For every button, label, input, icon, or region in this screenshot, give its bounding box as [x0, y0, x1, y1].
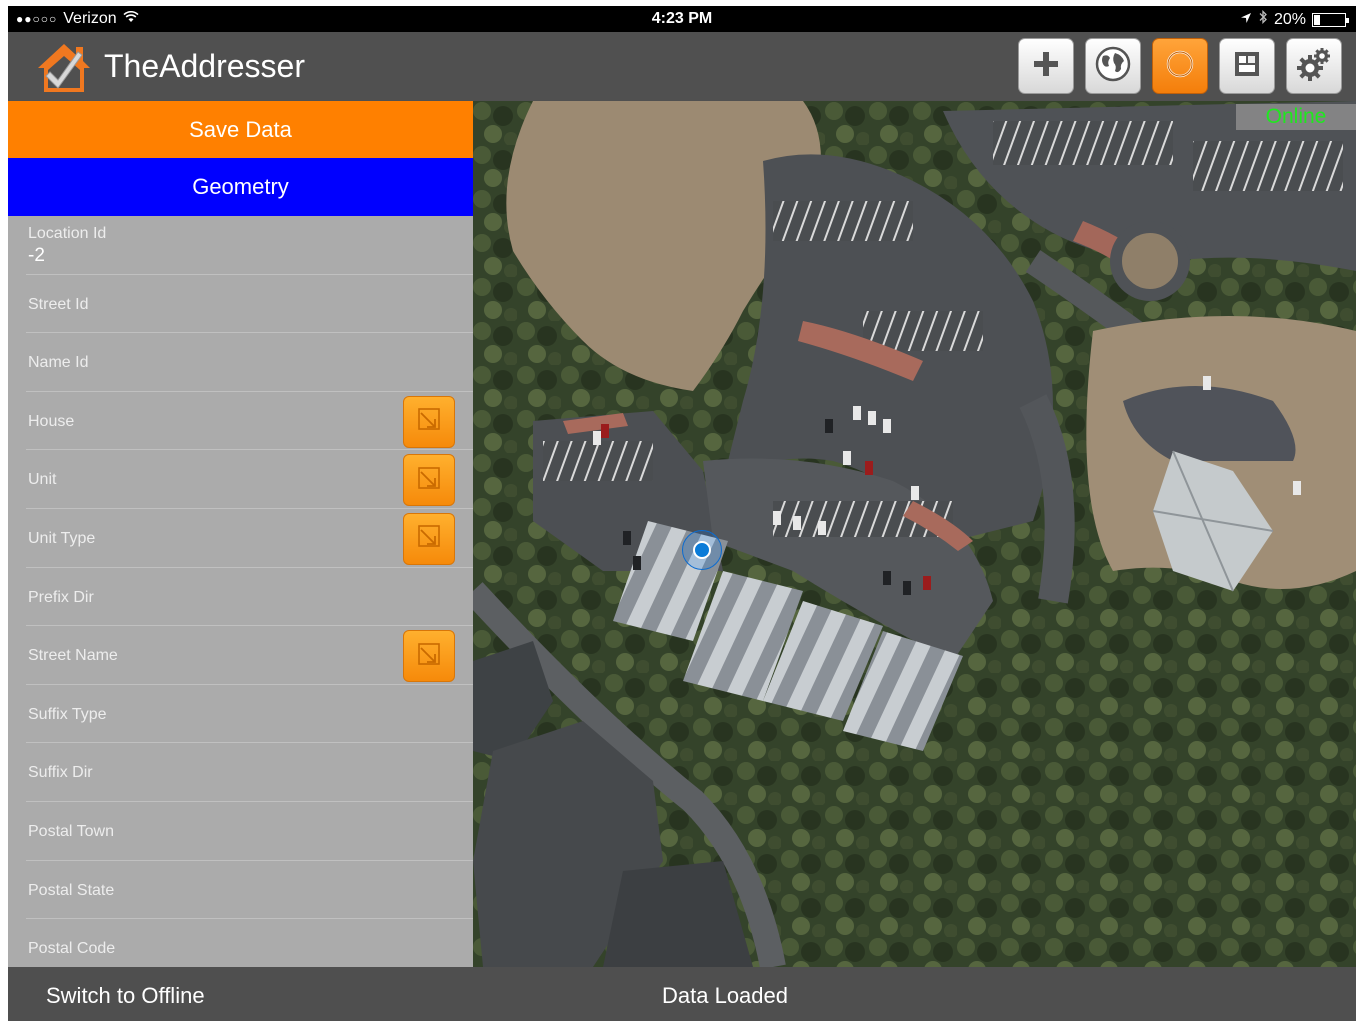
field-row-unit[interactable]: Unit — [26, 450, 473, 509]
battery-percent: 20% — [1273, 10, 1306, 28]
field-label: Suffix Type — [28, 705, 107, 723]
ipad-screen: ●●○○○ Verizon 4:23 PM 20% TheAddresser S… — [8, 6, 1356, 1021]
bluetooth-icon — [1258, 9, 1268, 29]
field-label: Unit — [28, 471, 57, 489]
field-row-street-name[interactable]: Street Name — [26, 626, 473, 685]
field-label: Postal Town — [28, 822, 114, 840]
current-location-marker — [682, 530, 722, 570]
field-label: Suffix Dir — [28, 764, 93, 782]
save-data-button[interactable]: Save Data — [8, 101, 473, 158]
field-label: Location Id — [28, 225, 107, 242]
edit-icon — [415, 640, 443, 673]
switch-offline-button[interactable]: Switch to Offline — [46, 983, 205, 1009]
battery-icon — [1312, 12, 1349, 27]
connection-status-badge: Online — [1236, 104, 1356, 130]
edit-field-button[interactable] — [403, 630, 455, 683]
field-value: -2 — [28, 245, 45, 266]
basemap-button[interactable] — [1085, 38, 1141, 94]
field-label: House — [28, 412, 75, 430]
settings-button[interactable] — [1286, 38, 1342, 94]
geometry-button[interactable]: Geometry — [8, 158, 473, 216]
field-row-name-id[interactable]: Name Id — [26, 333, 473, 392]
field-row-house[interactable]: House — [26, 392, 473, 451]
location-dot-core — [693, 541, 711, 559]
add-button[interactable] — [1018, 38, 1074, 94]
satellite-map[interactable]: Online — [473, 101, 1356, 967]
field-row-unit-type[interactable]: Unit Type — [26, 509, 473, 568]
status-right: 20% — [1240, 9, 1349, 29]
edit-icon — [415, 522, 443, 555]
edit-icon — [415, 405, 443, 438]
field-row-suffix-dir[interactable]: Suffix Dir — [26, 743, 473, 802]
layers-button[interactable] — [1219, 38, 1275, 94]
field-row-suffix-type[interactable]: Suffix Type — [26, 685, 473, 744]
field-label: Postal Code — [28, 940, 116, 958]
field-label: Street Name — [28, 647, 118, 665]
app-header: TheAddresser — [8, 32, 1356, 101]
battery-fill — [1314, 14, 1320, 25]
field-label: Street Id — [28, 295, 89, 313]
toolbar — [1018, 38, 1342, 94]
field-row-postal-town[interactable]: Postal Town — [26, 802, 473, 861]
globe-icon — [1094, 45, 1132, 88]
field-label: Postal State — [28, 881, 115, 899]
bottom-bar: Switch to Offline Data Loaded — [8, 967, 1356, 1021]
field-row-postal-state[interactable]: Postal State — [26, 861, 473, 920]
field-label: Name Id — [28, 354, 89, 372]
field-row-street-id[interactable]: Street Id — [26, 275, 473, 334]
target-icon — [1163, 47, 1197, 86]
field-row-postal-code[interactable]: Postal Code — [26, 919, 473, 967]
locate-button[interactable] — [1152, 38, 1208, 94]
layers-icon — [1232, 49, 1262, 84]
field-label: Prefix Dir — [28, 588, 94, 606]
aerial-imagery — [473, 101, 1356, 967]
data-status-label: Data Loaded — [662, 983, 788, 1008]
location-arrow-icon — [1240, 11, 1252, 29]
edit-field-button[interactable] — [403, 395, 455, 448]
field-list: Location Id -2 Street Id Name Id House Unit Un… — [8, 216, 473, 967]
edit-field-button[interactable] — [403, 454, 455, 507]
edit-field-button[interactable] — [403, 512, 455, 565]
field-row-prefix-dir[interactable]: Prefix Dir — [26, 568, 473, 627]
plus-icon — [1031, 49, 1061, 84]
clock: 4:23 PM — [651, 10, 713, 27]
attribute-panel: Save Data Geometry Location Id -2 Street I… — [8, 101, 473, 967]
field-row-location-id[interactable]: Location Id -2 — [26, 216, 473, 275]
gears-icon — [1296, 46, 1332, 87]
app-title: TheAddresser — [104, 48, 305, 84]
house-check-logo-icon — [32, 38, 96, 96]
status-bar: ●●○○○ Verizon 4:23 PM 20% — [8, 6, 1356, 32]
edit-icon — [415, 464, 443, 497]
field-label: Unit Type — [28, 529, 96, 547]
